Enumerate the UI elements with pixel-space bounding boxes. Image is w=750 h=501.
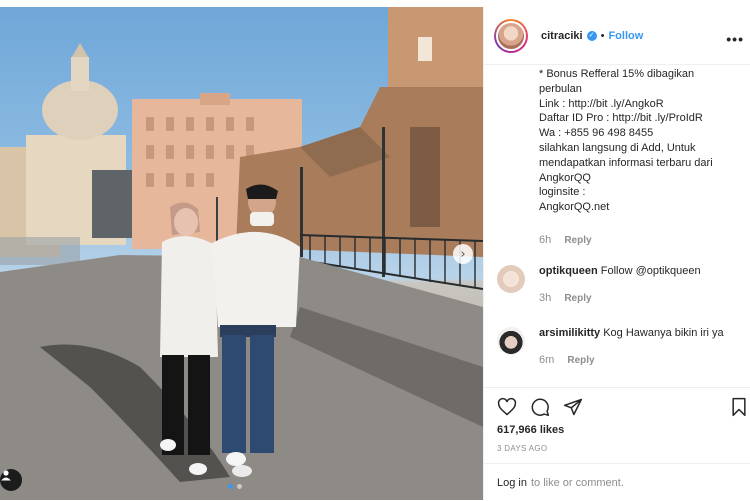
caption-line: Link : http://bit .ly/AngkoR	[539, 97, 664, 110]
caption-line: silahkan langsung di Add, Untuk	[539, 141, 696, 154]
likes-count[interactable]: 617,966 likes	[497, 424, 564, 436]
caption-line: mendapatkan informasi terbaru dari	[539, 156, 713, 169]
caption-line: * Bonus Refferal 15% dibagikan	[539, 68, 695, 80]
post-header: citraciki ✓ • Follow •••	[484, 7, 750, 65]
caption-meta: 6h Reply	[539, 234, 592, 246]
login-link[interactable]: Log in	[497, 477, 527, 489]
heart-icon	[497, 397, 517, 416]
follow-button[interactable]: Follow	[608, 30, 643, 42]
post-caption: * Bonus Refferal 15% dibagikan perbulan …	[539, 67, 739, 215]
comment-username[interactable]: optikqueen	[539, 265, 598, 277]
login-prompt-text: to like or comment.	[530, 476, 624, 489]
comment-button[interactable]	[529, 396, 551, 418]
caption-line: loginsite :	[539, 186, 586, 199]
share-icon	[563, 398, 583, 416]
carousel-dot-active	[228, 484, 233, 489]
post-photo[interactable]: ›	[0, 7, 483, 500]
caption-time: 6h	[539, 234, 552, 246]
like-button[interactable]	[496, 396, 518, 418]
chevron-right-icon: ›	[460, 246, 466, 262]
profile-avatar[interactable]	[496, 20, 526, 51]
comment-text: Follow @optikqueen	[600, 265, 701, 277]
login-prompt: Log in to like or comment.	[484, 463, 750, 501]
comment-body: optikqueen Follow @optikqueen	[539, 265, 749, 277]
comment-meta: 3h Reply	[539, 292, 592, 304]
reply-button[interactable]: Reply	[564, 293, 591, 304]
comment-time: 6m	[539, 354, 555, 366]
save-button[interactable]	[728, 396, 750, 418]
comment-time: 3h	[539, 292, 552, 304]
caption-line: AngkorQQ	[539, 171, 591, 184]
caption-line: AngkorQQ.net	[539, 201, 610, 214]
author-username[interactable]: citraciki	[541, 30, 583, 42]
more-options-icon[interactable]: •••	[726, 31, 744, 47]
comment-text: Kog Hawanya bikin iri ya	[603, 327, 724, 339]
comment-avatar[interactable]	[497, 265, 525, 293]
caption-line: Wa : +855 96 498 8455	[539, 127, 654, 140]
reply-button[interactable]: Reply	[564, 235, 591, 246]
user-icon	[1, 470, 11, 481]
verified-badge-icon: ✓	[586, 30, 597, 41]
reply-button[interactable]: Reply	[567, 355, 594, 366]
comment-body: arsimilikitty Kog Hawanya bikin iri ya	[539, 327, 749, 339]
bookmark-icon	[732, 397, 746, 417]
comment-username[interactable]: arsimilikitty	[539, 327, 600, 339]
tagged-users-button[interactable]	[0, 469, 22, 491]
caption-line: Daftar ID Pro : http://bit .ly/ProIdR	[539, 112, 703, 125]
carousel-next-button[interactable]: ›	[453, 244, 473, 264]
separator-dot: •	[600, 29, 605, 42]
caption-line: perbulan	[539, 82, 582, 95]
comment-meta: 6m Reply	[539, 354, 595, 366]
share-button[interactable]	[562, 396, 584, 418]
comments-section[interactable]: * Bonus Refferal 15% dibagikan perbulan …	[484, 65, 750, 387]
post-sidebar: citraciki ✓ • Follow ••• * Bonus Reffera…	[483, 7, 750, 500]
photo-illustration	[0, 7, 483, 500]
carousel-dot	[237, 484, 242, 489]
comment-icon	[531, 398, 550, 417]
comment-avatar[interactable]	[497, 327, 525, 355]
carousel-indicator	[228, 484, 242, 489]
post-timestamp: 3 DAYS AGO	[497, 444, 548, 453]
post-actions: 617,966 likes 3 DAYS AGO Log in to like …	[484, 387, 750, 500]
story-ring[interactable]	[494, 18, 528, 53]
instagram-post: › citraciki ✓ • Follow ••• * Bonus Reffe…	[0, 7, 750, 500]
